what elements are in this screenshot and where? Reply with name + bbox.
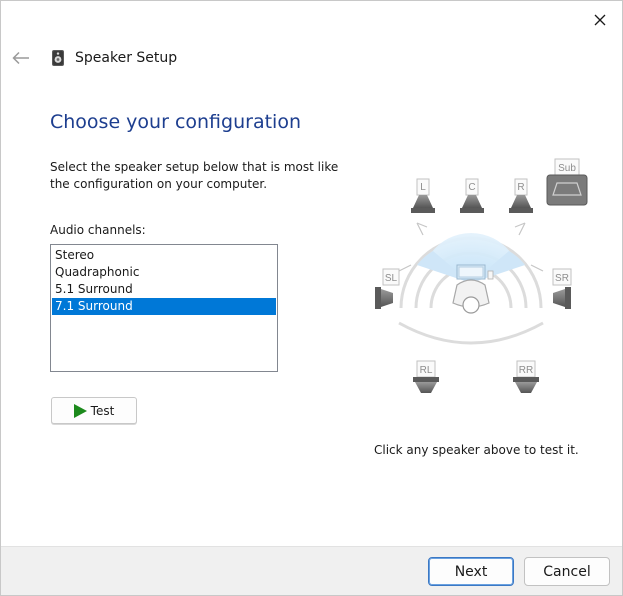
window-header: Speaker Setup bbox=[11, 45, 177, 71]
next-button[interactable]: Next bbox=[428, 557, 514, 586]
test-hint-text: Click any speaker above to test it. bbox=[374, 443, 579, 457]
instructions-text: Select the speaker setup below that is m… bbox=[50, 160, 339, 191]
test-button[interactable]: Test bbox=[51, 397, 137, 424]
list-item-stereo[interactable]: Stereo bbox=[52, 247, 276, 264]
footer-bar: Next Cancel bbox=[1, 546, 622, 595]
speaker-label-center: C bbox=[468, 182, 475, 193]
list-item-7-1-surround[interactable]: 7.1 Surround bbox=[52, 298, 276, 315]
speaker-front-right[interactable]: R bbox=[509, 178, 533, 213]
speaker-app-icon bbox=[52, 50, 64, 66]
back-arrow-icon bbox=[12, 51, 29, 65]
speaker-side-right[interactable]: SR bbox=[552, 268, 572, 309]
close-button[interactable] bbox=[586, 7, 614, 33]
speaker-label-rear-left: RL bbox=[420, 365, 433, 376]
speaker-setup-window: Speaker Setup Choose your configuration … bbox=[0, 0, 623, 596]
audio-channels-listbox[interactable]: Stereo Quadraphonic 5.1 Surround 7.1 Sur… bbox=[50, 244, 278, 372]
window-title: Speaker Setup bbox=[75, 50, 178, 66]
speaker-front-left[interactable]: L bbox=[411, 178, 435, 213]
play-icon bbox=[73, 403, 87, 418]
speaker-side-left[interactable]: SL bbox=[375, 268, 400, 309]
speaker-label-side-right: SR bbox=[555, 273, 569, 284]
list-item-quadraphonic[interactable]: Quadraphonic bbox=[52, 264, 276, 281]
speaker-label-rear-right: RR bbox=[519, 365, 533, 376]
close-icon bbox=[594, 14, 606, 26]
speaker-center[interactable]: C bbox=[460, 178, 484, 213]
test-button-label: Test bbox=[90, 403, 115, 418]
list-item-5-1-surround[interactable]: 5.1 Surround bbox=[52, 281, 276, 298]
speaker-label-front-left: L bbox=[420, 182, 426, 193]
speaker-subwoofer[interactable]: Sub bbox=[546, 158, 588, 206]
page-title: Choose your configuration bbox=[50, 111, 301, 133]
cancel-button[interactable]: Cancel bbox=[524, 557, 610, 586]
audio-channels-label: Audio channels: bbox=[50, 223, 146, 237]
speaker-rear-left[interactable]: RL bbox=[413, 360, 439, 393]
speaker-label-front-right: R bbox=[517, 182, 524, 193]
speaker-label-side-left: SL bbox=[385, 273, 398, 284]
speaker-label-subwoofer: Sub bbox=[558, 163, 576, 174]
speaker-rear-right[interactable]: RR bbox=[513, 360, 539, 393]
back-button[interactable] bbox=[11, 48, 31, 68]
speaker-diagram: L C R Sub SL SR RL RR bbox=[375, 158, 588, 393]
